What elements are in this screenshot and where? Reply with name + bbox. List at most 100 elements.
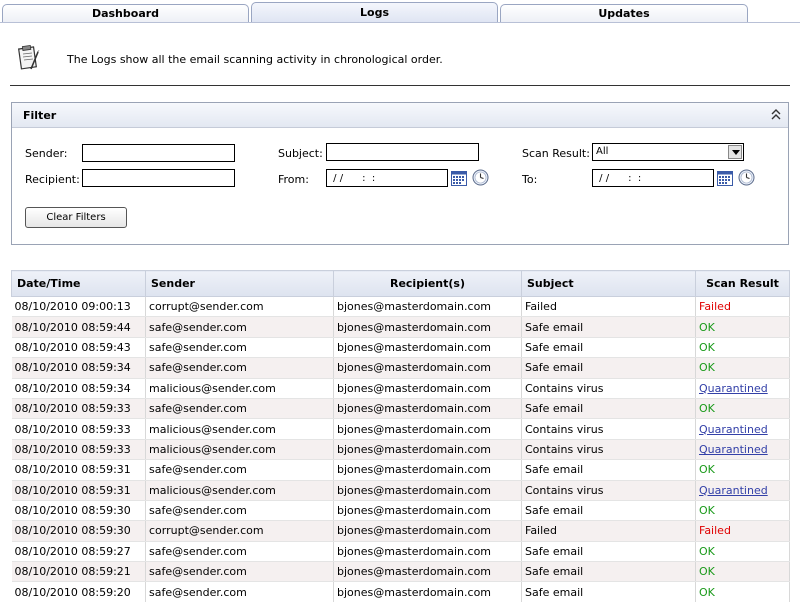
cell-scan-result: OK	[695, 459, 790, 481]
cell-datetime: 08/10/2010 08:59:30	[11, 520, 146, 542]
cell-subject: Contains virus	[521, 378, 696, 399]
table-row[interactable]: 08/10/2010 08:59:33 safe@sender.com bjones…	[11, 398, 790, 420]
chevron-down-icon[interactable]	[728, 145, 742, 159]
collapse-icon[interactable]	[770, 108, 782, 122]
cell-scan-result: OK	[695, 500, 790, 522]
column-header-scan-result[interactable]: Scan Result	[695, 270, 790, 297]
filter-panel: Filter Sender: Recipient: Subject: From:	[11, 102, 789, 245]
cell-recipient: bjones@masterdomain.com	[333, 480, 522, 501]
table-body: 08/10/2010 09:00:13 corrupt@sender.com bjo…	[11, 296, 790, 602]
cell-subject: Safe email	[521, 541, 696, 563]
table-row[interactable]: 08/10/2010 08:59:20 safe@sender.com bjones…	[11, 581, 790, 602]
cell-sender: safe@sender.com	[145, 500, 334, 522]
table-row[interactable]: 08/10/2010 08:59:33 malicious@sender.com b…	[11, 439, 790, 461]
cell-subject: Safe email	[521, 337, 696, 359]
subject-input[interactable]	[326, 143, 479, 161]
cell-scan-result: OK	[695, 357, 790, 379]
cell-subject: Safe email	[521, 316, 696, 338]
clear-filters-button[interactable]: Clear Filters	[25, 207, 127, 228]
clock-icon[interactable]	[472, 169, 489, 186]
filter-header[interactable]: Filter	[12, 103, 788, 128]
cell-subject: Contains virus	[521, 418, 696, 440]
tab-updates[interactable]: Updates	[500, 4, 748, 22]
table-row[interactable]: 08/10/2010 08:59:33 malicious@sender.com b…	[11, 418, 790, 440]
table-row[interactable]: 08/10/2010 08:59:31 safe@sender.com bjones…	[11, 459, 790, 481]
quarantined-link[interactable]: Quarantined	[695, 439, 790, 461]
from-date-input[interactable]	[326, 169, 448, 187]
recipient-input[interactable]	[82, 169, 235, 187]
cell-datetime: 08/10/2010 08:59:27	[11, 541, 146, 563]
cell-datetime: 08/10/2010 08:59:34	[11, 357, 146, 379]
cell-sender: safe@sender.com	[145, 581, 334, 602]
recipient-label: Recipient:	[25, 173, 80, 186]
quarantined-link[interactable]: Quarantined	[695, 480, 790, 501]
cell-subject: Contains virus	[521, 439, 696, 461]
cell-sender: malicious@sender.com	[145, 378, 334, 399]
intro-text: The Logs show all the email scanning act…	[67, 53, 443, 66]
cell-sender: safe@sender.com	[145, 561, 334, 583]
cell-scan-result: OK	[695, 316, 790, 338]
cell-subject: Safe email	[521, 581, 696, 602]
cell-datetime: 08/10/2010 08:59:33	[11, 398, 146, 420]
subject-label: Subject:	[278, 147, 323, 160]
cell-recipient: bjones@masterdomain.com	[333, 439, 522, 461]
quarantined-link[interactable]: Quarantined	[695, 378, 790, 399]
cell-sender: safe@sender.com	[145, 316, 334, 338]
cell-datetime: 08/10/2010 08:59:43	[11, 337, 146, 359]
cell-datetime: 08/10/2010 08:59:44	[11, 316, 146, 338]
calendar-icon[interactable]	[451, 170, 467, 186]
cell-sender: corrupt@sender.com	[145, 520, 334, 542]
cell-sender: malicious@sender.com	[145, 439, 334, 461]
cell-subject: Safe email	[521, 561, 696, 583]
cell-scan-result: Failed	[695, 296, 790, 318]
column-header-recipients[interactable]: Recipient(s)	[333, 270, 522, 297]
table-row[interactable]: 08/10/2010 08:59:30 corrupt@sender.com bjo…	[11, 520, 790, 542]
cell-subject: Failed	[521, 520, 696, 542]
tab-logs[interactable]: Logs	[251, 2, 498, 22]
tab-bar: Dashboard Logs Updates	[0, 0, 800, 22]
cell-subject: Safe email	[521, 459, 696, 481]
column-header-datetime[interactable]: Date/Time	[11, 270, 146, 297]
scan-result-select[interactable]: All	[592, 143, 744, 161]
cell-subject: Safe email	[521, 398, 696, 420]
cell-scan-result: OK	[695, 581, 790, 602]
sender-input[interactable]	[82, 144, 235, 162]
table-row[interactable]: 08/10/2010 09:00:13 corrupt@sender.com bjo…	[11, 296, 790, 318]
table-row[interactable]: 08/10/2010 08:59:43 safe@sender.com bjones…	[11, 337, 790, 359]
column-header-sender[interactable]: Sender	[145, 270, 334, 297]
table-row[interactable]: 08/10/2010 08:59:27 safe@sender.com bjones…	[11, 541, 790, 563]
cell-recipient: bjones@masterdomain.com	[333, 520, 522, 542]
cell-subject: Failed	[521, 296, 696, 318]
cell-datetime: 08/10/2010 08:59:20	[11, 581, 146, 602]
table-row[interactable]: 08/10/2010 08:59:44 safe@sender.com bjones…	[11, 316, 790, 338]
cell-recipient: bjones@masterdomain.com	[333, 357, 522, 379]
cell-sender: safe@sender.com	[145, 337, 334, 359]
table-row[interactable]: 08/10/2010 08:59:31 malicious@sender.com b…	[11, 480, 790, 501]
table-row[interactable]: 08/10/2010 08:59:34 safe@sender.com bjones…	[11, 357, 790, 379]
quarantined-link[interactable]: Quarantined	[695, 418, 790, 440]
divider	[10, 85, 790, 86]
cell-recipient: bjones@masterdomain.com	[333, 296, 522, 318]
tab-dashboard[interactable]: Dashboard	[2, 4, 249, 22]
to-date-input[interactable]	[592, 169, 714, 187]
cell-scan-result: OK	[695, 541, 790, 563]
cell-recipient: bjones@masterdomain.com	[333, 398, 522, 420]
calendar-icon[interactable]	[717, 170, 733, 186]
cell-sender: safe@sender.com	[145, 398, 334, 420]
cell-recipient: bjones@masterdomain.com	[333, 541, 522, 563]
clock-icon[interactable]	[738, 169, 755, 186]
filter-title: Filter	[23, 109, 57, 122]
table-row[interactable]: 08/10/2010 08:59:34 malicious@sender.com b…	[11, 378, 790, 399]
cell-sender: corrupt@sender.com	[145, 296, 334, 318]
table-row[interactable]: 08/10/2010 08:59:21 safe@sender.com bjones…	[11, 561, 790, 583]
from-label: From:	[278, 173, 309, 186]
column-header-subject[interactable]: Subject	[521, 270, 696, 297]
cell-subject: Safe email	[521, 357, 696, 379]
cell-recipient: bjones@masterdomain.com	[333, 316, 522, 338]
table-header-row: Date/Time Sender Recipient(s) Subject Sc…	[11, 270, 790, 297]
cell-datetime: 08/10/2010 08:59:21	[11, 561, 146, 583]
table-row[interactable]: 08/10/2010 08:59:30 safe@sender.com bjones…	[11, 500, 790, 522]
cell-sender: malicious@sender.com	[145, 480, 334, 501]
cell-sender: safe@sender.com	[145, 357, 334, 379]
cell-datetime: 08/10/2010 08:59:33	[11, 439, 146, 461]
